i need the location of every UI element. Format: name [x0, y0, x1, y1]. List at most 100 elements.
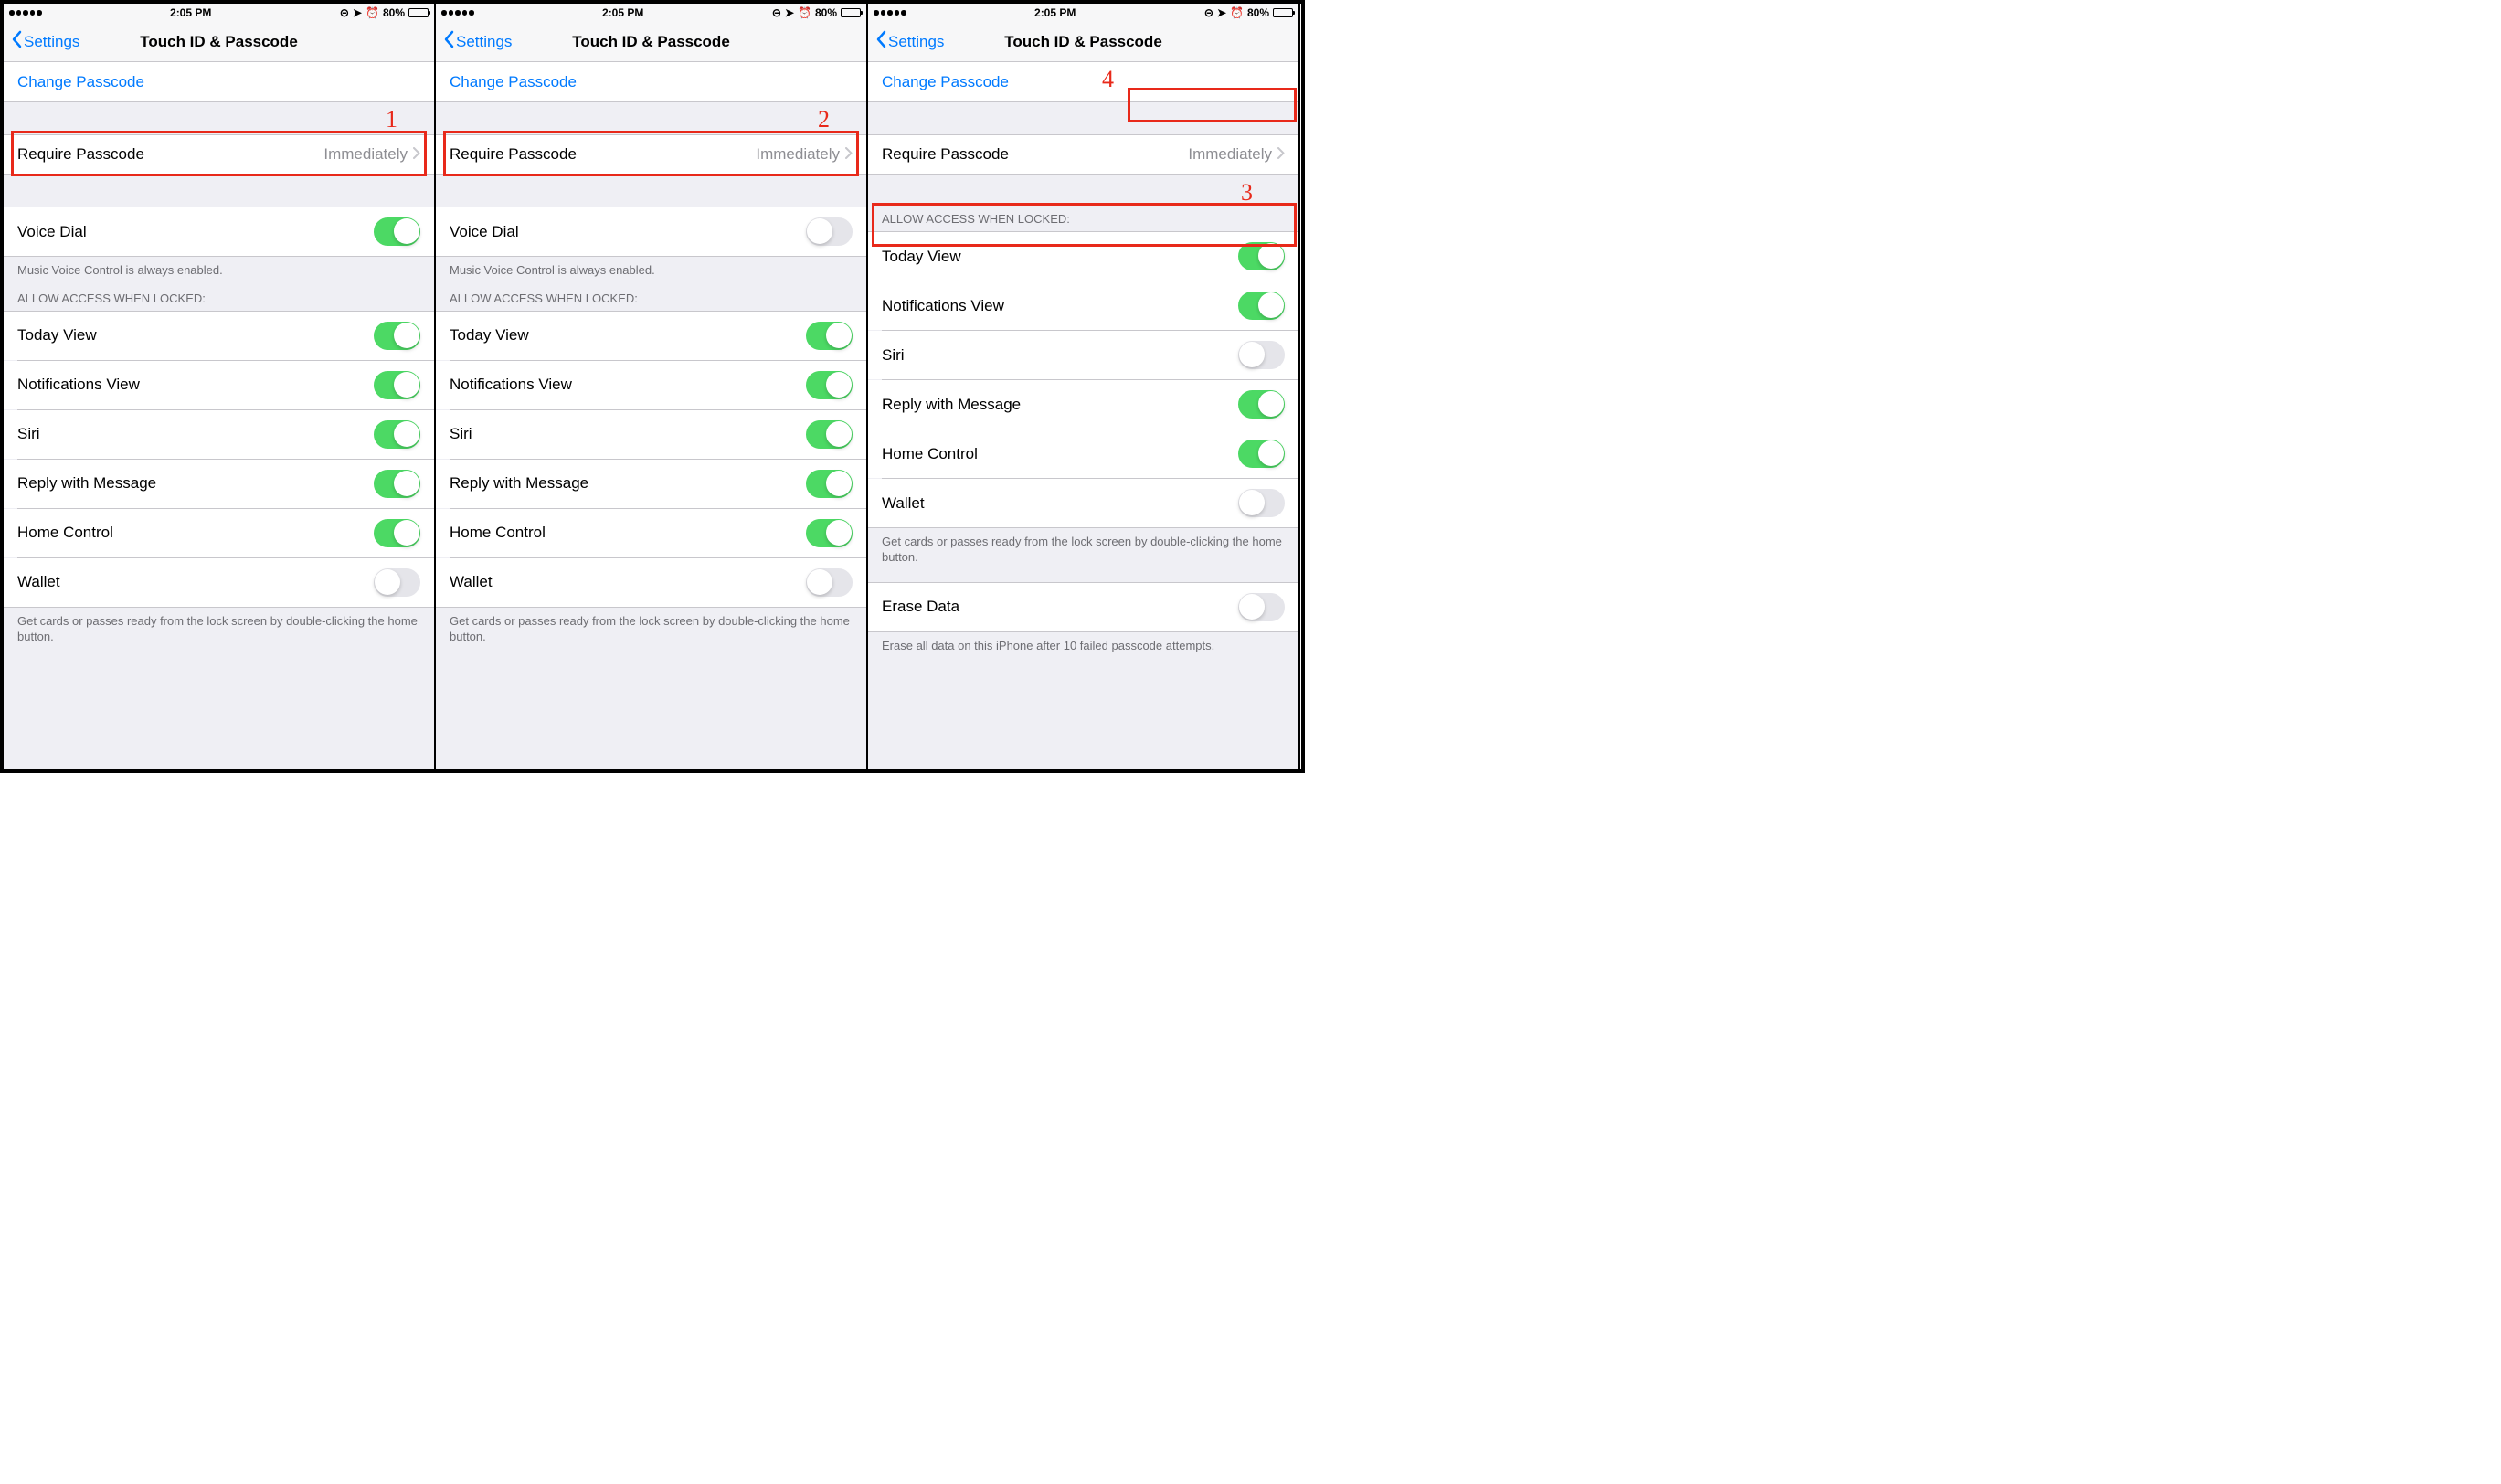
notifications-view-toggle[interactable]: [374, 371, 420, 399]
access-item-label: Notifications View: [882, 297, 1004, 315]
voice-dial-cell[interactable]: Voice Dial: [4, 207, 434, 257]
battery-icon: [408, 8, 429, 17]
erase-data-toggle[interactable]: [1238, 593, 1285, 621]
reply-with-message-toggle[interactable]: [806, 470, 853, 498]
access-item-home-control[interactable]: Home Control: [868, 429, 1298, 478]
location-icon: ➤: [1217, 6, 1226, 19]
screen-2: 2:05 PM⊝➤⏰80%SettingsTouch ID & Passcode…: [436, 4, 868, 769]
voice-dial-cell[interactable]: Voice Dial: [436, 207, 866, 257]
access-item-reply-with-message[interactable]: Reply with Message: [868, 380, 1298, 429]
require-passcode-value: Immediately: [756, 145, 840, 164]
nav-bar: SettingsTouch ID & Passcode: [4, 22, 434, 62]
voice-dial-toggle[interactable]: [806, 217, 853, 246]
change-passcode-cell[interactable]: Change Passcode: [868, 62, 1298, 102]
require-passcode-cell[interactable]: Require PasscodeImmediately: [868, 134, 1298, 175]
erase-data-footer: Erase all data on this iPhone after 10 f…: [868, 632, 1298, 662]
access-item-siri[interactable]: Siri: [868, 331, 1298, 379]
orientation-lock-icon: ⊝: [772, 6, 781, 19]
access-item-label: Notifications View: [450, 376, 572, 394]
reply-with-message-toggle[interactable]: [374, 470, 420, 498]
battery-icon: [841, 8, 861, 17]
access-item-label: Reply with Message: [17, 474, 156, 493]
voice-dial-label: Voice Dial: [17, 223, 87, 241]
change-passcode-cell[interactable]: Change Passcode: [436, 62, 866, 102]
voice-dial-label: Voice Dial: [450, 223, 519, 241]
chevron-left-icon: [11, 30, 22, 53]
access-item-today-view[interactable]: Today View: [436, 311, 866, 360]
screen-3: 2:05 PM⊝➤⏰80%SettingsTouch ID & Passcode…: [868, 4, 1300, 769]
chevron-left-icon: [875, 30, 886, 53]
home-control-toggle[interactable]: [1238, 440, 1285, 468]
nav-back-label: Settings: [888, 33, 944, 51]
access-item-label: Home Control: [450, 524, 546, 542]
access-item-today-view[interactable]: Today View: [4, 311, 434, 360]
erase-data-label: Erase Data: [882, 598, 959, 616]
access-item-home-control[interactable]: Home Control: [436, 509, 866, 557]
access-item-notifications-view[interactable]: Notifications View: [436, 361, 866, 409]
access-item-label: Reply with Message: [882, 396, 1021, 414]
require-passcode-cell[interactable]: Require Passcode Immediately: [436, 134, 866, 175]
nav-back-button[interactable]: Settings: [4, 30, 79, 53]
alarm-icon: ⏰: [366, 6, 379, 19]
access-item-label: Home Control: [882, 445, 978, 463]
wallet-toggle[interactable]: [1238, 489, 1285, 517]
require-passcode-label: Require Passcode: [450, 145, 577, 164]
access-item-home-control[interactable]: Home Control: [4, 509, 434, 557]
access-item-label: Today View: [17, 326, 97, 344]
signal-dots-icon: [441, 10, 474, 16]
access-item-label: Home Control: [17, 524, 113, 542]
access-item-wallet[interactable]: Wallet: [4, 558, 434, 608]
nav-bar: SettingsTouch ID & Passcode: [436, 22, 866, 62]
nav-back-button[interactable]: Settings: [868, 30, 944, 53]
access-item-label: Reply with Message: [450, 474, 588, 493]
today-view-toggle[interactable]: [806, 322, 853, 350]
access-item-reply-with-message[interactable]: Reply with Message: [4, 460, 434, 508]
status-time: 2:05 PM: [602, 6, 643, 19]
signal-dots-icon: [9, 10, 42, 16]
access-item-label: Siri: [17, 425, 40, 443]
reply-with-message-toggle[interactable]: [1238, 390, 1285, 419]
allow-access-header: ALLOW ACCESS WHEN LOCKED:: [436, 286, 866, 311]
require-passcode-value: Immediately: [1188, 145, 1272, 164]
wallet-toggle[interactable]: [806, 568, 853, 597]
notifications-view-toggle[interactable]: [1238, 292, 1285, 320]
nav-back-label: Settings: [24, 33, 79, 51]
today-view-toggle[interactable]: [1238, 242, 1285, 270]
siri-toggle[interactable]: [374, 420, 420, 449]
access-item-reply-with-message[interactable]: Reply with Message: [436, 460, 866, 508]
orientation-lock-icon: ⊝: [340, 6, 349, 19]
home-control-toggle[interactable]: [806, 519, 853, 547]
signal-dots-icon: [874, 10, 906, 16]
battery-icon: [1273, 8, 1293, 17]
access-item-notifications-view[interactable]: Notifications View: [868, 281, 1298, 330]
siri-toggle[interactable]: [806, 420, 853, 449]
home-control-toggle[interactable]: [374, 519, 420, 547]
access-item-wallet[interactable]: Wallet: [868, 479, 1298, 528]
access-item-label: Notifications View: [17, 376, 140, 394]
nav-back-button[interactable]: Settings: [436, 30, 512, 53]
wallet-footer: Get cards or passes ready from the lock …: [868, 528, 1298, 573]
chevron-right-icon: [1277, 145, 1285, 164]
voice-dial-toggle[interactable]: [374, 217, 420, 246]
access-item-wallet[interactable]: Wallet: [436, 558, 866, 608]
notifications-view-toggle[interactable]: [806, 371, 853, 399]
access-item-label: Siri: [450, 425, 472, 443]
access-item-today-view[interactable]: Today View: [868, 231, 1298, 281]
alarm-icon: ⏰: [1230, 6, 1244, 19]
status-time: 2:05 PM: [1034, 6, 1076, 19]
wallet-toggle[interactable]: [374, 568, 420, 597]
access-item-siri[interactable]: Siri: [436, 410, 866, 459]
erase-data-cell[interactable]: Erase Data: [868, 582, 1298, 632]
siri-toggle[interactable]: [1238, 341, 1285, 369]
change-passcode-cell[interactable]: Change Passcode: [4, 62, 434, 102]
access-item-siri[interactable]: Siri: [4, 410, 434, 459]
require-passcode-label: Require Passcode: [17, 145, 144, 164]
status-time: 2:05 PM: [170, 6, 211, 19]
annotation-label: 4: [1102, 66, 1114, 93]
today-view-toggle[interactable]: [374, 322, 420, 350]
chevron-right-icon: [845, 145, 853, 164]
require-passcode-cell[interactable]: Require PasscodeImmediately: [4, 134, 434, 175]
wallet-footer: Get cards or passes ready from the lock …: [436, 608, 866, 652]
access-item-notifications-view[interactable]: Notifications View: [4, 361, 434, 409]
location-icon: ➤: [353, 6, 362, 19]
